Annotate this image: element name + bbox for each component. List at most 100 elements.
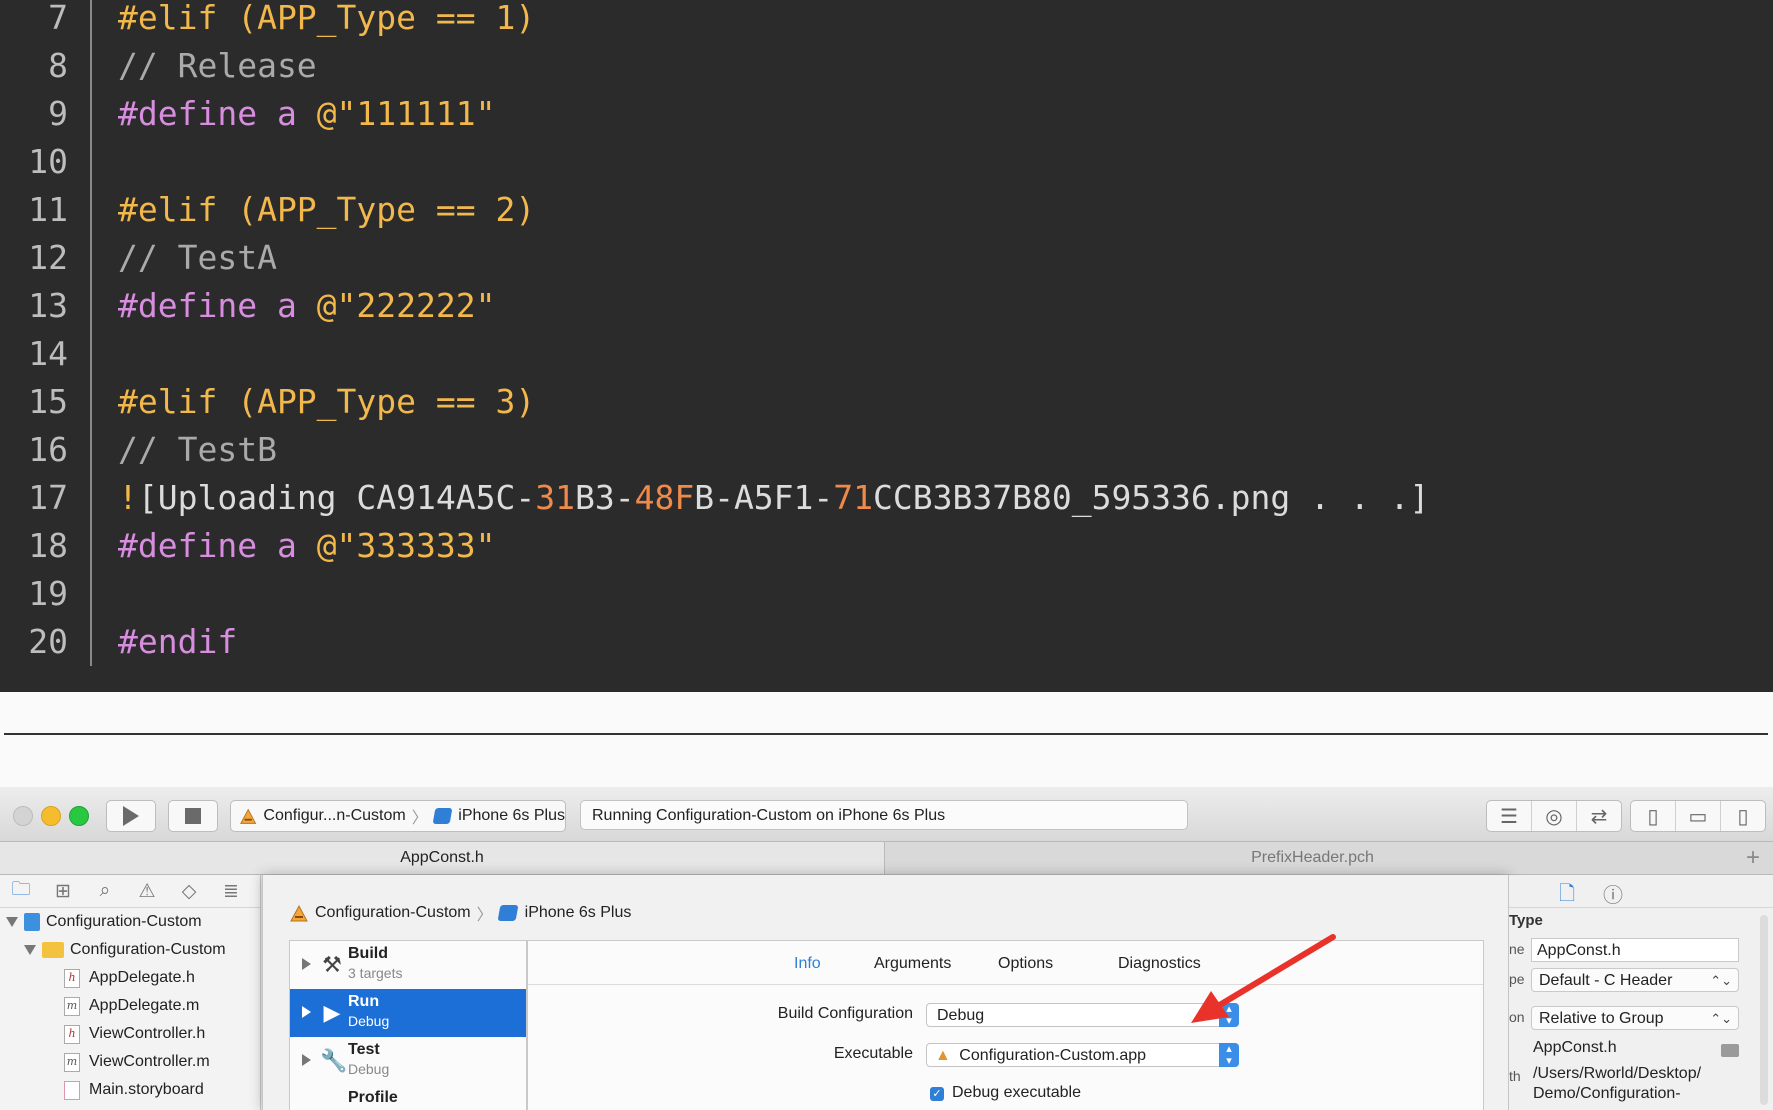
file-icon: h bbox=[64, 1024, 80, 1044]
file-name: ViewController.m bbox=[89, 1053, 210, 1070]
code-line: 20 #endif bbox=[0, 618, 1773, 666]
stop-button[interactable] bbox=[168, 800, 218, 832]
code-text: #define a @"111111" bbox=[118, 90, 496, 138]
tab-info[interactable]: Info bbox=[794, 955, 821, 973]
assistant-editor-icon[interactable]: ◎ bbox=[1532, 801, 1577, 831]
hierarchy-icon[interactable]: ⊞ bbox=[42, 880, 84, 903]
file-name-field[interactable]: AppConst.h bbox=[1531, 938, 1739, 962]
disclosure-closed-icon[interactable] bbox=[302, 1054, 311, 1066]
code-token: [Uploading CA914A5C- bbox=[137, 478, 536, 517]
tree-item-file[interactable]: Main.storyboard bbox=[64, 1077, 204, 1103]
action-run[interactable]: ▶ Run Debug bbox=[290, 989, 526, 1037]
location-popup[interactable]: Relative to Group ⌃⌄ bbox=[1531, 1006, 1739, 1030]
code-token: #define a bbox=[118, 94, 317, 133]
line-number: 14 bbox=[28, 334, 68, 373]
disclosure-open-icon[interactable] bbox=[6, 917, 18, 927]
code-line: 17 ![Uploading CA914A5C-31B3-48FB-A5F1-71… bbox=[0, 474, 1773, 522]
version-editor-icon[interactable]: ⇄ bbox=[1577, 801, 1621, 831]
tab-divider bbox=[528, 984, 1483, 985]
executable-popup[interactable]: ▲ Configuration-Custom.app ▴ ▾ bbox=[926, 1043, 1239, 1067]
disclosure-open-icon[interactable] bbox=[24, 945, 36, 955]
debug-executable-checkbox[interactable]: ✓ bbox=[930, 1087, 944, 1101]
code-line: 15 #elif (APP_Type == 3) bbox=[0, 378, 1773, 426]
line-number: 7 bbox=[48, 0, 68, 37]
utilities-toggle-icon[interactable]: ▯ bbox=[1721, 801, 1765, 831]
reveal-folder-icon[interactable] bbox=[1721, 1044, 1739, 1057]
hammer-icon: ⚒ bbox=[322, 952, 342, 977]
build-configuration-popup[interactable]: Debug ▴ ▾ bbox=[926, 1003, 1239, 1027]
code-text: #elif (APP_Type == 3) bbox=[118, 378, 535, 426]
tab-options[interactable]: Options bbox=[998, 955, 1053, 973]
tree-item-file[interactable]: m AppDelegate.m bbox=[64, 993, 199, 1019]
path-label: th bbox=[1509, 1068, 1521, 1084]
group-folder-icon bbox=[42, 942, 64, 958]
zoom-window-button[interactable] bbox=[69, 806, 89, 826]
file-type-value: Default - C Header bbox=[1539, 972, 1673, 989]
run-button[interactable] bbox=[106, 800, 156, 832]
tree-item-project[interactable]: Configuration-Custom bbox=[6, 909, 202, 935]
add-tab-button[interactable]: + bbox=[1741, 842, 1765, 874]
standard-editor-icon[interactable]: ☰ bbox=[1487, 801, 1532, 831]
test-icon[interactable]: ◇ bbox=[168, 880, 210, 903]
stop-icon bbox=[185, 808, 201, 824]
inspector-section-title: Type bbox=[1509, 912, 1543, 929]
device-name: iPhone 6s Plus bbox=[458, 807, 565, 824]
file-icon: m bbox=[64, 996, 80, 1016]
breadcrumb-scheme[interactable]: Configuration-Custom bbox=[315, 904, 471, 922]
scheme-breadcrumb: Configuration-Custom 〉 iPhone 6s Plus bbox=[289, 901, 631, 925]
action-test[interactable]: 🔧 Test Debug bbox=[290, 1037, 526, 1085]
disclosure-closed-icon[interactable] bbox=[302, 958, 311, 970]
tree-item-group[interactable]: Configuration-Custom bbox=[24, 937, 226, 963]
warning-icon[interactable]: ⚠ bbox=[126, 880, 168, 903]
navigator-selector-bar: 🗀 ⊞ ⌕ ⚠ ◇ ≣ bbox=[0, 875, 260, 908]
line-number: 13 bbox=[28, 286, 68, 325]
breadcrumb-device[interactable]: iPhone 6s Plus bbox=[525, 904, 632, 922]
project-icon bbox=[24, 913, 40, 931]
folder-icon[interactable]: 🗀 bbox=[0, 875, 42, 907]
line-number: 10 bbox=[28, 142, 68, 181]
quick-help-icon[interactable]: ⓘ bbox=[1603, 879, 1623, 908]
chevron-right-icon: 〉 bbox=[411, 810, 428, 827]
tree-item-file[interactable]: m ViewController.m bbox=[64, 1049, 210, 1075]
view-toggle-group: ▯ ▭ ▯ bbox=[1630, 800, 1766, 832]
navigator-toggle-icon[interactable]: ▯ bbox=[1631, 801, 1676, 831]
action-profile[interactable]: Profile bbox=[290, 1085, 526, 1110]
code-text: // TestB bbox=[118, 426, 277, 474]
tree-item-file[interactable]: h ViewController.h bbox=[64, 1021, 205, 1047]
action-title: Profile bbox=[348, 1089, 398, 1106]
tab-prefixheader[interactable]: PrefixHeader.pch bbox=[885, 842, 1740, 874]
code-token: #elif (APP_Type == 3) bbox=[118, 382, 536, 421]
location-value: Relative to Group bbox=[1539, 1010, 1664, 1027]
disclosure-closed-icon[interactable] bbox=[302, 1006, 311, 1018]
tab-arguments[interactable]: Arguments bbox=[874, 955, 951, 973]
code-editor[interactable]: 7 #elif (APP_Type == 1) 8 // Release 9 #defin… bbox=[0, 0, 1773, 692]
build-configuration-value: Debug bbox=[937, 1007, 985, 1024]
code-line: 16 // TestB bbox=[0, 426, 1773, 474]
line-number: 12 bbox=[28, 238, 68, 277]
action-subtitle: 3 targets bbox=[348, 965, 403, 981]
type-label: pe bbox=[1509, 971, 1525, 987]
action-title: Test bbox=[348, 1041, 380, 1058]
tab-appconst[interactable]: AppConst.h bbox=[0, 842, 885, 874]
popup-arrows-icon: ⌃⌄ bbox=[1710, 1011, 1732, 1026]
action-build[interactable]: ⚒ Build 3 targets bbox=[290, 941, 526, 989]
search-icon[interactable]: ⌕ bbox=[84, 880, 126, 902]
minimize-window-button[interactable] bbox=[41, 806, 61, 826]
file-type-popup[interactable]: Default - C Header ⌃⌄ bbox=[1531, 968, 1739, 992]
file-name: ViewController.h bbox=[89, 1025, 206, 1042]
tree-item-file[interactable]: h AppDelegate.h bbox=[64, 965, 195, 991]
code-text: #define a @"222222" bbox=[118, 282, 496, 330]
debug-area-toggle-icon[interactable]: ▭ bbox=[1676, 801, 1721, 831]
scheme-selector[interactable]: Configur...n-Custom 〉 iPhone 6s Plus bbox=[230, 800, 566, 832]
code-line: 14 bbox=[0, 330, 1773, 378]
file-inspector-icon[interactable]: 🗋 bbox=[1559, 879, 1575, 913]
editor-tab-bar: AppConst.h PrefixHeader.pch + bbox=[0, 842, 1773, 875]
report-icon[interactable]: ≣ bbox=[210, 880, 252, 903]
code-line: 13 #define a @"222222" bbox=[0, 282, 1773, 330]
tab-diagnostics[interactable]: Diagnostics bbox=[1118, 955, 1201, 973]
close-window-button[interactable] bbox=[13, 806, 33, 826]
code-token: @"333333" bbox=[316, 526, 496, 565]
popup-arrows-icon: ▴ ▾ bbox=[1219, 1043, 1239, 1067]
inspector-scrollbar[interactable] bbox=[1760, 915, 1768, 1105]
code-line: 18 #define a @"333333" bbox=[0, 522, 1773, 570]
